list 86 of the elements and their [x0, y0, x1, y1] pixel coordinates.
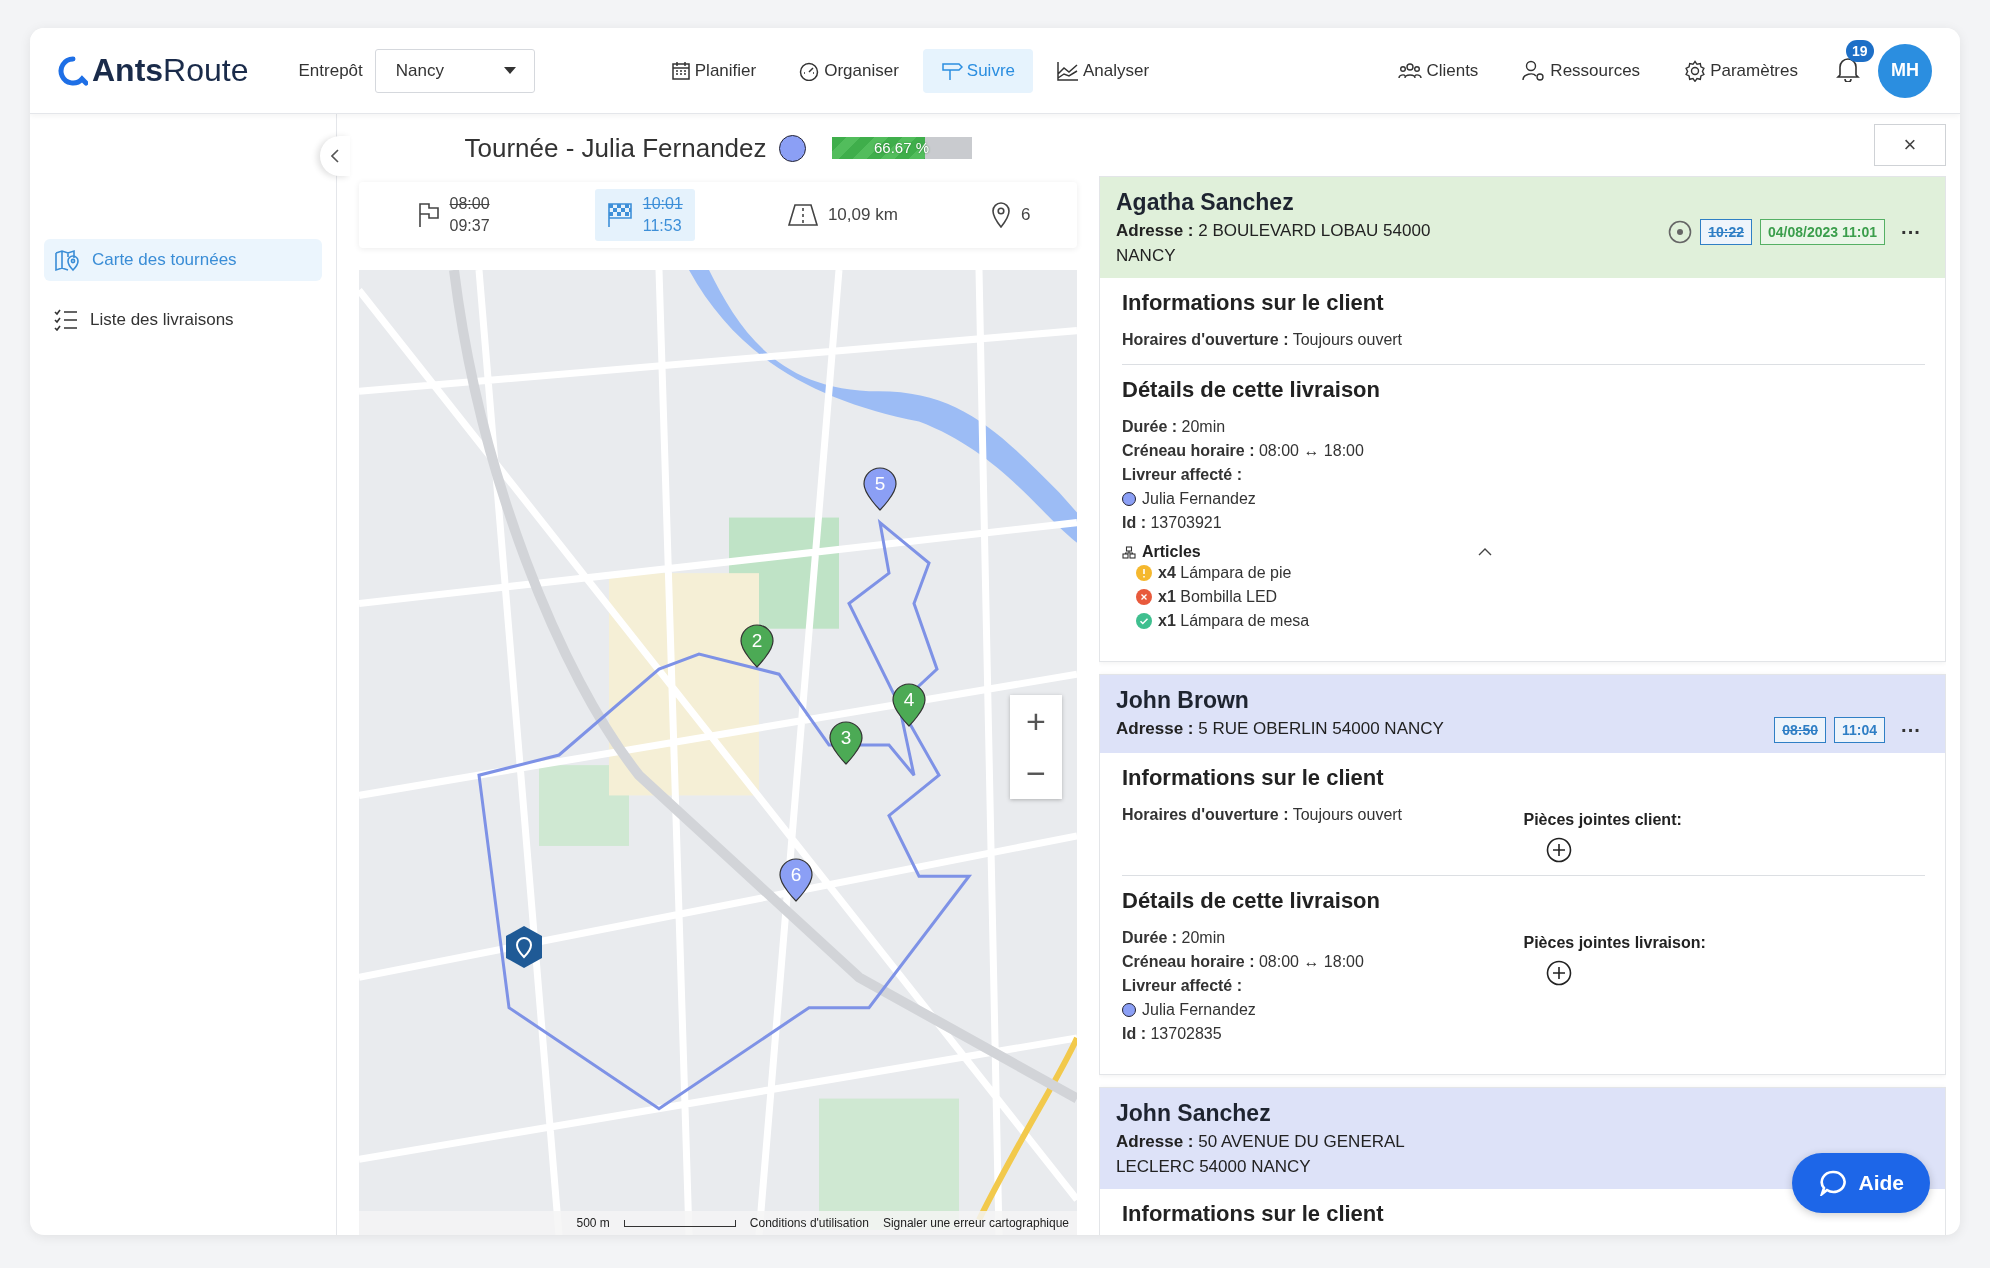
nav-tab[interactable]: Analyser — [1039, 48, 1168, 93]
checklist-icon — [54, 309, 78, 331]
articles-title: Articles — [1142, 543, 1201, 561]
zoom-in-button[interactable]: + — [1010, 695, 1062, 747]
address: Adresse : 50 AVENUE DU GENERAL LECLERC 54000 NANCY — [1116, 1131, 1406, 1178]
article-item: x1 Lámpara de mesa — [1158, 611, 1310, 631]
opening-hours: Horaires d'ouverture : Toujours ouvert — [1122, 805, 1404, 825]
driver-dot — [778, 134, 806, 162]
map-icon — [54, 248, 80, 272]
opening-hours: Horaires d'ouverture : Toujours ouvert — [1122, 330, 1404, 350]
chevron-left-icon — [331, 149, 339, 163]
client-name: Agatha Sanchez — [1116, 189, 1295, 216]
actual-time: 09:37 — [449, 216, 490, 236]
add-icon[interactable] — [1545, 837, 1572, 863]
users-icon — [1398, 60, 1423, 81]
section-title: Informations sur le client — [1122, 290, 1384, 316]
warehouse-select[interactable]: Nancy — [374, 48, 535, 93]
nav-tab[interactable]: Planifier — [652, 48, 775, 93]
stat-value: 10,09 km — [827, 205, 898, 225]
planned-time-badge: 08:50 — [1774, 717, 1826, 743]
chevron-up-icon[interactable] — [1478, 548, 1492, 556]
detail-line: Livreur affecté : — [1122, 465, 1244, 485]
detail-line: Durée : 20min — [1122, 417, 1227, 437]
help-button[interactable]: Aide — [1792, 1153, 1930, 1213]
section-title: Détails de cette livraison — [1122, 888, 1380, 914]
attachments-label: Pièces jointes livraison: — [1523, 934, 1707, 952]
stat-value: 6 — [1020, 205, 1031, 225]
notification-badge: 19 — [1846, 39, 1874, 62]
signpost-icon — [940, 60, 963, 81]
planned-time-badge: 10:22 — [1700, 219, 1752, 245]
address: Adresse : 5 RUE OBERLIN 54000 NANCY — [1116, 718, 1444, 740]
planned-time: 10:01 — [642, 194, 683, 214]
logo-icon — [58, 55, 88, 86]
driver-dot — [1122, 1003, 1136, 1017]
article-item: x4 Lámpara de pie — [1158, 563, 1292, 583]
zoom-out-button[interactable]: − — [1010, 747, 1062, 799]
calendar-icon — [670, 60, 691, 81]
delivery-id: Id : 13703921 — [1122, 513, 1223, 533]
settings-icon — [1684, 59, 1707, 82]
bell-icon[interactable] — [1836, 55, 1860, 82]
nav-link[interactable]: Paramètres — [1666, 48, 1816, 93]
driver-name: Julia Fernandez — [1142, 1000, 1256, 1020]
client-name: John Sanchez — [1116, 1100, 1272, 1127]
detail-line: Créneau horaire : 08:00 ↔ 18:00 — [1122, 441, 1365, 461]
terms-link[interactable]: Conditions d'utilisation — [749, 1216, 869, 1230]
detail-line: Créneau horaire : 08:00 ↔ 18:00 — [1122, 952, 1365, 972]
driver-dot — [1122, 492, 1136, 506]
actual-time: 11:53 — [642, 216, 683, 236]
add-icon[interactable] — [1545, 960, 1572, 986]
sidebar-item[interactable]: Liste des livraisons — [44, 299, 322, 341]
nav-tab[interactable]: Organiser — [780, 48, 917, 93]
chat-icon — [1820, 1170, 1847, 1196]
close-button[interactable]: × — [1874, 124, 1946, 166]
detail-line: Livreur affecté : — [1122, 976, 1244, 996]
section-title: Informations sur le client — [1122, 765, 1384, 791]
delivery-id: Id : 13702835 — [1122, 1024, 1223, 1044]
collapse-button[interactable] — [320, 136, 350, 176]
map-scale: 500 m — [576, 1216, 610, 1230]
client-name: John Brown — [1116, 687, 1250, 714]
pin-icon — [990, 202, 1011, 228]
actual-time-badge: 11:04 — [1833, 717, 1885, 743]
logo-text: AntsRoute — [92, 52, 249, 89]
detail-line: Durée : 20min — [1122, 928, 1227, 948]
attachments-label: Pièces jointes client: — [1523, 811, 1683, 829]
more-button[interactable]: ··· — [1893, 718, 1929, 742]
warehouse-marker-icon[interactable] — [504, 925, 544, 969]
article-item: x1 Bombilla LED — [1158, 587, 1278, 607]
driver-name: Julia Fernandez — [1142, 489, 1256, 509]
chart-icon — [1057, 60, 1079, 81]
nav-link[interactable]: Clients — [1380, 48, 1497, 93]
section-title: Détails de cette livraison — [1122, 377, 1380, 403]
gauge-icon — [798, 60, 821, 81]
warehouse-label: Entrepôt — [298, 60, 363, 81]
route-title: Tournée - Julia Fernandez — [464, 132, 767, 164]
planned-time: 08:00 — [449, 194, 490, 214]
user-gear-icon — [1522, 59, 1547, 82]
actual-time-badge: 04/08/2023 11:01 — [1760, 219, 1885, 245]
road-icon — [787, 204, 818, 226]
boxes-icon — [1122, 545, 1136, 559]
caret-icon — [503, 66, 516, 75]
section-title: Informations sur le client — [1122, 1201, 1384, 1227]
more-button[interactable]: ··· — [1893, 220, 1929, 244]
target-icon — [1668, 220, 1693, 244]
address: Adresse : 2 BOULEVARD LOBAU 54000 NANCY — [1116, 220, 1432, 267]
report-link[interactable]: Signaler une erreur cartographique — [882, 1216, 1069, 1230]
nav-link[interactable]: Ressources — [1504, 48, 1659, 93]
